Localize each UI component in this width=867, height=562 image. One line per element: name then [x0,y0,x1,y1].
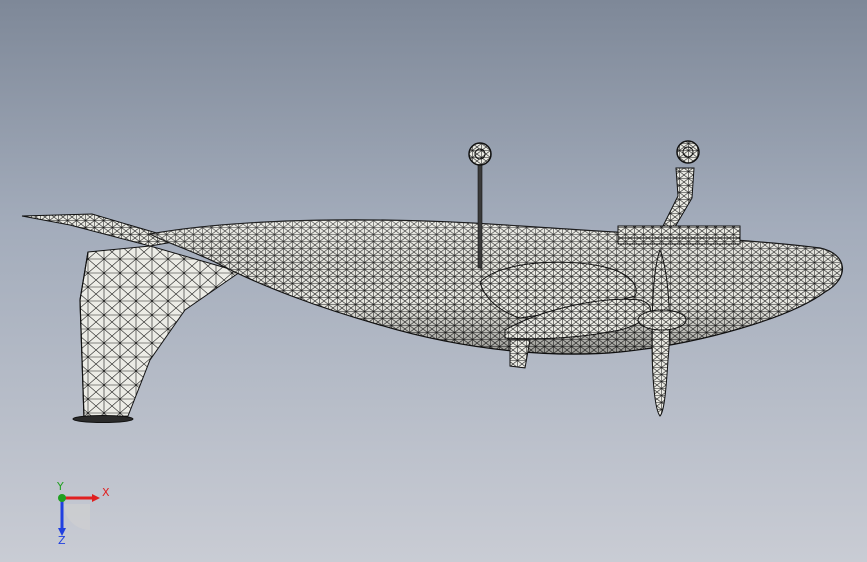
steering-arm [659,140,700,233]
deck-plate [617,225,741,245]
keel-strut [72,245,242,423]
wireframe-model[interactable] [0,0,867,562]
y-axis-icon [58,494,66,502]
z-axis-label: Z [58,534,66,547]
x-axis-label: X [102,486,110,499]
graphics-viewport[interactable]: X Y Z [0,0,867,562]
y-axis-label: Y [56,480,64,493]
axis-triad: X Y Z [56,480,110,547]
